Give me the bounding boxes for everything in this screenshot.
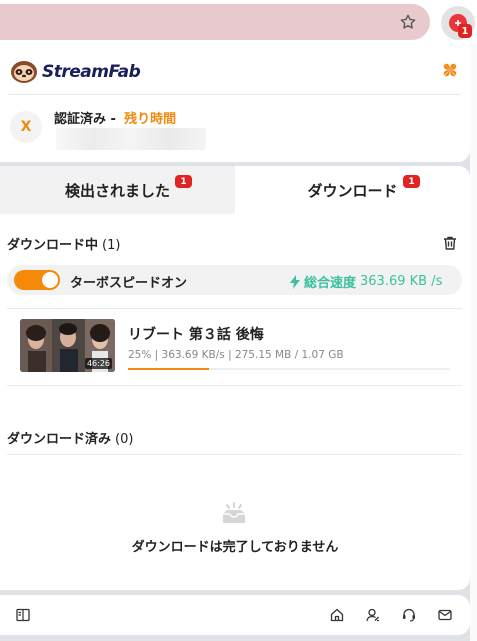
auth-label: 認証済み - — [54, 112, 116, 127]
empty-inbox-icon — [223, 502, 245, 523]
divider — [7, 385, 462, 386]
video-title: リブート 第３話 後悔 — [128, 327, 264, 343]
tab-detected-badge: 1 — [175, 175, 192, 188]
sloth-logo-icon — [11, 61, 37, 83]
divider — [7, 454, 462, 455]
blurred-account-info — [56, 128, 206, 150]
downloaded-count: (0) — [115, 432, 134, 447]
empty-message: ダウンロードは完了しておりません — [131, 540, 339, 555]
tab-detected[interactable]: 検出されました 1 — [0, 166, 235, 214]
turbo-label: ターボスピードオン — [70, 276, 188, 291]
home-icon[interactable] — [330, 608, 344, 622]
extension-badge: 1 — [458, 24, 472, 38]
main-panel — [0, 166, 470, 590]
download-progress-fill — [128, 368, 209, 370]
tab-downloads-badge: 1 — [403, 175, 420, 188]
remaining-time-link[interactable]: 残り時間 — [124, 112, 176, 127]
address-bar[interactable] — [0, 4, 430, 40]
page-edge — [470, 44, 477, 641]
lightning-icon — [290, 274, 300, 289]
sidebar-icon[interactable] — [16, 608, 30, 622]
tab-downloads[interactable]: ダウンロード 1 — [235, 166, 470, 214]
downloading-count: (1) — [102, 238, 121, 253]
tab-downloads-label: ダウンロード — [307, 181, 398, 200]
tab-detected-label: 検出されました — [64, 181, 170, 200]
total-speed: 総合速度 363.69 KB /s — [290, 272, 442, 291]
speed-label: 総合速度 — [304, 276, 357, 291]
trash-icon[interactable] — [442, 235, 458, 251]
speed-value: 363.69 KB /s — [360, 274, 443, 289]
auth-status: 認証済み - 残り時間 — [54, 108, 176, 127]
star-icon[interactable] — [396, 10, 420, 34]
downloading-title: ダウンロード中 — [7, 238, 99, 253]
divider — [8, 94, 460, 95]
avatar: X — [10, 111, 42, 143]
divider — [7, 308, 462, 309]
video-thumbnail: 46:26 — [20, 319, 115, 372]
support-icon[interactable] — [402, 608, 416, 622]
brand-logo: StreamFab — [10, 58, 141, 86]
video-duration: 46:26 — [84, 358, 112, 369]
toggle-knob — [42, 272, 58, 288]
brand-name: StreamFab — [42, 62, 141, 82]
grid-icon[interactable] — [443, 63, 457, 77]
user-icon[interactable] — [366, 608, 380, 622]
turbo-toggle[interactable] — [14, 270, 60, 290]
downloading-section-title: ダウンロード中 (1) — [7, 234, 120, 253]
video-stats: 25% | 363.69 KB/s | 275.15 MB / 1.07 GB — [128, 349, 344, 361]
download-progress-bar — [128, 368, 450, 370]
downloaded-section-title: ダウンロード済み (0) — [7, 428, 133, 447]
mail-icon[interactable] — [438, 608, 452, 622]
downloaded-title: ダウンロード済み — [7, 432, 112, 447]
footer-bar — [0, 595, 470, 635]
